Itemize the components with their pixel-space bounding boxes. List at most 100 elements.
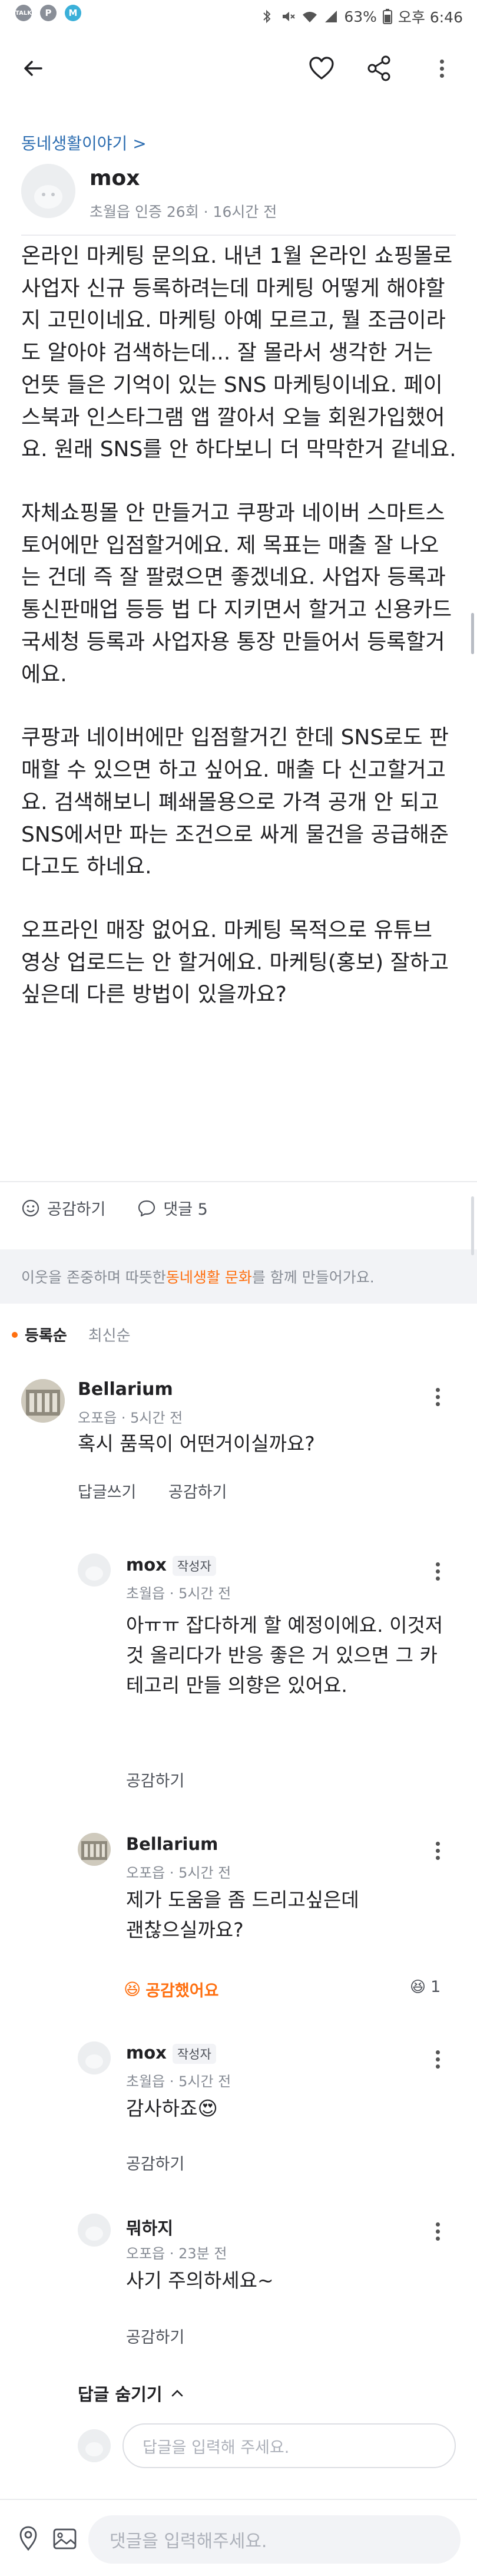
reply-text: 제가 도움을 좀 드리고싶은데 괜찮으실까요?	[126, 1888, 359, 1942]
bluetooth-icon	[263, 9, 271, 24]
replier-avatar[interactable]	[78, 1833, 111, 1866]
post-category-link[interactable]: 동네생활이야기 >	[21, 131, 147, 154]
comment-count: 댓글 5	[163, 1200, 208, 1219]
replier-avatar[interactable]	[78, 2041, 111, 2074]
post-body: 온라인 마케팅 문의요. 내년 1월 온라인 쇼핑몰로 사업자 신규 등록하려는…	[21, 240, 458, 1043]
like-reply-button[interactable]: 공감하기	[126, 1768, 184, 1791]
scrollbar-track-marker	[471, 1196, 474, 1255]
reaction-count-value: 1	[430, 1978, 441, 1996]
my-avatar	[78, 2429, 111, 2462]
replier-name[interactable]: mox 작성자	[126, 2043, 216, 2064]
commenter-name[interactable]: Bellarium	[78, 1379, 173, 1400]
battery-icon	[382, 9, 392, 24]
default-avatar-icon	[21, 164, 75, 218]
reply-button[interactable]: 답글쓰기	[78, 1479, 136, 1502]
comment-composer: 댓글을 입력해주세요.	[0, 2499, 477, 2576]
chevron-up-icon	[171, 2390, 183, 2397]
community-culture-link[interactable]: 동네생활 문화	[166, 1266, 252, 1287]
default-avatar-icon	[78, 1553, 111, 1587]
replier-name[interactable]: mox 작성자	[126, 1555, 216, 1576]
reply-meta: 초월읍 · 5시간 전	[126, 2073, 231, 2090]
back-button[interactable]	[18, 53, 48, 84]
reply-more-icon[interactable]	[436, 2047, 442, 2072]
comment-meta: 오포읍 · 5시간 전	[78, 1410, 183, 1426]
avatar-photo	[21, 1379, 65, 1423]
reply-meta: 오포읍 · 23분 전	[126, 2245, 227, 2262]
comment-bubble-icon	[138, 1200, 155, 1216]
hide-replies-button[interactable]: 답글 숨기기	[78, 2381, 184, 2406]
reply-more-icon[interactable]	[436, 1559, 442, 1584]
comment-input[interactable]: 댓글을 입력해주세요.	[88, 2515, 461, 2564]
hide-replies-label: 답글 숨기기	[78, 2384, 163, 2405]
replier-name-text: mox	[126, 1555, 167, 1575]
author-meta: 초월읍 인증 26회 · 16시간 전	[90, 203, 277, 220]
notification-m-icon: M	[65, 5, 81, 21]
kebab-icon	[440, 57, 446, 81]
comment-sort: 등록순 최신순	[12, 1324, 131, 1345]
battery-percent: 63%	[344, 8, 377, 25]
commenter-avatar[interactable]	[21, 1379, 65, 1423]
post-reactions: 공감하기 댓글 5	[21, 1196, 208, 1219]
signal-icon	[325, 11, 337, 22]
post-paragraph: 자체쇼핑몰 안 만들거고 쿠팡과 네이버 스마트스토어에만 입점할거에요. 제 …	[21, 501, 459, 687]
like-post-button[interactable]: 공감하기	[21, 1196, 105, 1219]
replier-name[interactable]: 뭐하지	[126, 2215, 173, 2239]
system-status: 63% 오후 6:46	[259, 6, 463, 27]
share-button[interactable]	[364, 53, 395, 84]
body-divider	[0, 1181, 477, 1182]
comment-more-icon[interactable]	[436, 1385, 442, 1409]
sort-by-latest[interactable]: 최신순	[88, 1324, 131, 1345]
author-badge: 작성자	[172, 2044, 216, 2064]
replier-avatar[interactable]	[78, 2214, 111, 2247]
post-paragraph: 쿠팡과 네이버에만 입점할거긴 한데 SNS로도 판매할 수 있으면 하고 싶어…	[21, 725, 449, 879]
reply-text: 아ㅠㅠ 잡다하게 할 예정이에요. 이것저것 올리다가 반응 좋은 거 있으면 …	[126, 1614, 443, 1697]
comment-text: 혹시 품목이 어떤거이실까요?	[78, 1432, 315, 1455]
arrow-left-icon	[24, 61, 42, 76]
reply-text: 사기 주의하세요~	[126, 2269, 274, 2292]
laughing-emoji-icon: 😆	[410, 1978, 426, 1996]
default-avatar-icon	[78, 2429, 111, 2462]
liked-reply-button[interactable]: 😆 공감했어요	[124, 1978, 218, 2001]
smile-icon	[22, 1199, 39, 1216]
like-comment-button[interactable]: 공감하기	[168, 1479, 227, 1502]
reply-more-icon[interactable]	[436, 2219, 442, 2244]
author-avatar[interactable]	[21, 164, 75, 218]
mute-icon	[283, 12, 296, 21]
clock: 오후 6:46	[398, 9, 463, 26]
replier-name-text: mox	[126, 2043, 167, 2063]
replier-name[interactable]: Bellarium	[126, 1834, 218, 1854]
like-reply-button[interactable]: 공감하기	[126, 2324, 184, 2347]
default-avatar-icon	[78, 2214, 111, 2247]
post-paragraph: 오프라인 매장 없어요. 마케팅 목적으로 유튜브 영상 업로드는 안 할거에요…	[21, 918, 456, 1007]
reply-meta: 초월읍 · 5시간 전	[126, 1585, 231, 1602]
comment-count-button[interactable]: 댓글 5	[137, 1196, 208, 1219]
reply-input[interactable]: 답글을 입력해 주세요.	[122, 2423, 456, 2468]
reply-meta: 오포읍 · 5시간 전	[126, 1865, 231, 1881]
notice-prefix: 이웃을 존중하며 따뜻한	[21, 1269, 166, 1286]
author-name[interactable]: mox	[90, 166, 140, 190]
reply-text: 감사하죠😍	[126, 2097, 218, 2120]
image-icon	[53, 2528, 77, 2549]
wifi-icon	[303, 12, 317, 22]
notification-icons: TALK P M	[15, 5, 81, 21]
scrollbar-thumb[interactable]	[471, 613, 474, 654]
more-options-button[interactable]	[431, 53, 455, 84]
post-paragraph: 온라인 마케팅 문의요. 내년 1월 온라인 쇼핑몰로 사업자 신규 등록하려는…	[21, 244, 459, 462]
like-reply-button[interactable]: 공감하기	[126, 2151, 184, 2174]
favorite-button[interactable]	[306, 53, 337, 84]
sort-active-label: 등록순	[25, 1327, 67, 1345]
heart-icon	[309, 57, 334, 80]
liked-label: 공감했어요	[145, 1982, 219, 2000]
app-bar	[0, 33, 477, 104]
active-dot	[12, 1331, 18, 1338]
photo-button[interactable]	[51, 2526, 79, 2552]
status-bar: TALK P M 63% 오후 6:46	[0, 0, 477, 33]
avatar-photo	[78, 1833, 111, 1866]
kakao-talk-icon: TALK	[15, 5, 32, 21]
replier-avatar[interactable]	[78, 1553, 111, 1587]
reply-more-icon[interactable]	[436, 1839, 442, 1863]
location-pin-icon	[19, 2526, 37, 2551]
location-button[interactable]	[15, 2524, 41, 2553]
reaction-count[interactable]: 😆 1	[410, 1978, 440, 1996]
sort-by-registered[interactable]: 등록순	[12, 1324, 67, 1345]
